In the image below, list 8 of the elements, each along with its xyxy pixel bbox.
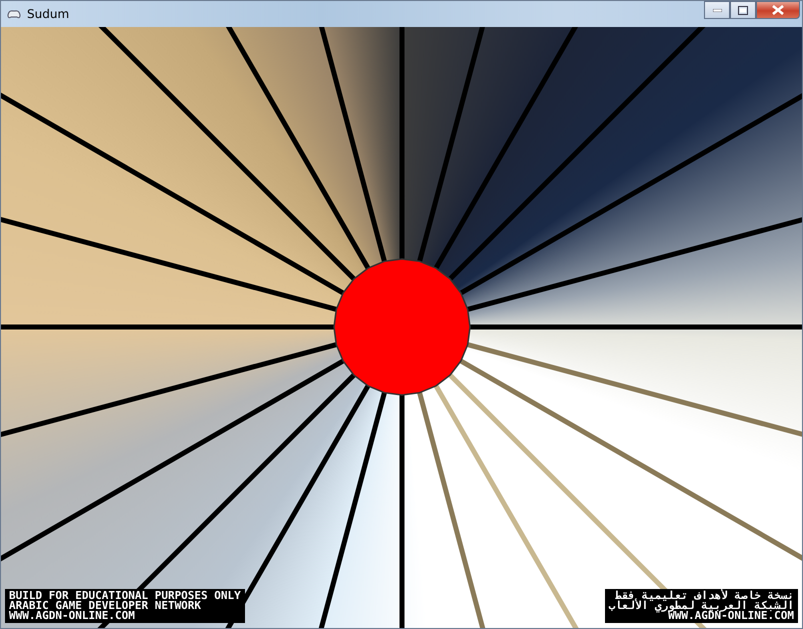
- maximize-icon: [738, 6, 748, 14]
- window-title: Sudum: [27, 7, 70, 21]
- maximize-button[interactable]: [730, 1, 756, 19]
- minimize-button[interactable]: [704, 1, 730, 19]
- close-icon: [772, 5, 784, 15]
- close-button[interactable]: [756, 1, 800, 19]
- minimize-icon: [712, 8, 722, 12]
- overlay-notice: BUILD FOR EDUCATIONAL PURPOSES ONLY ARABIC GAME DEVELOPER NETWORK WWW.AGDN-ONLINE.COM: [5, 589, 245, 623]
